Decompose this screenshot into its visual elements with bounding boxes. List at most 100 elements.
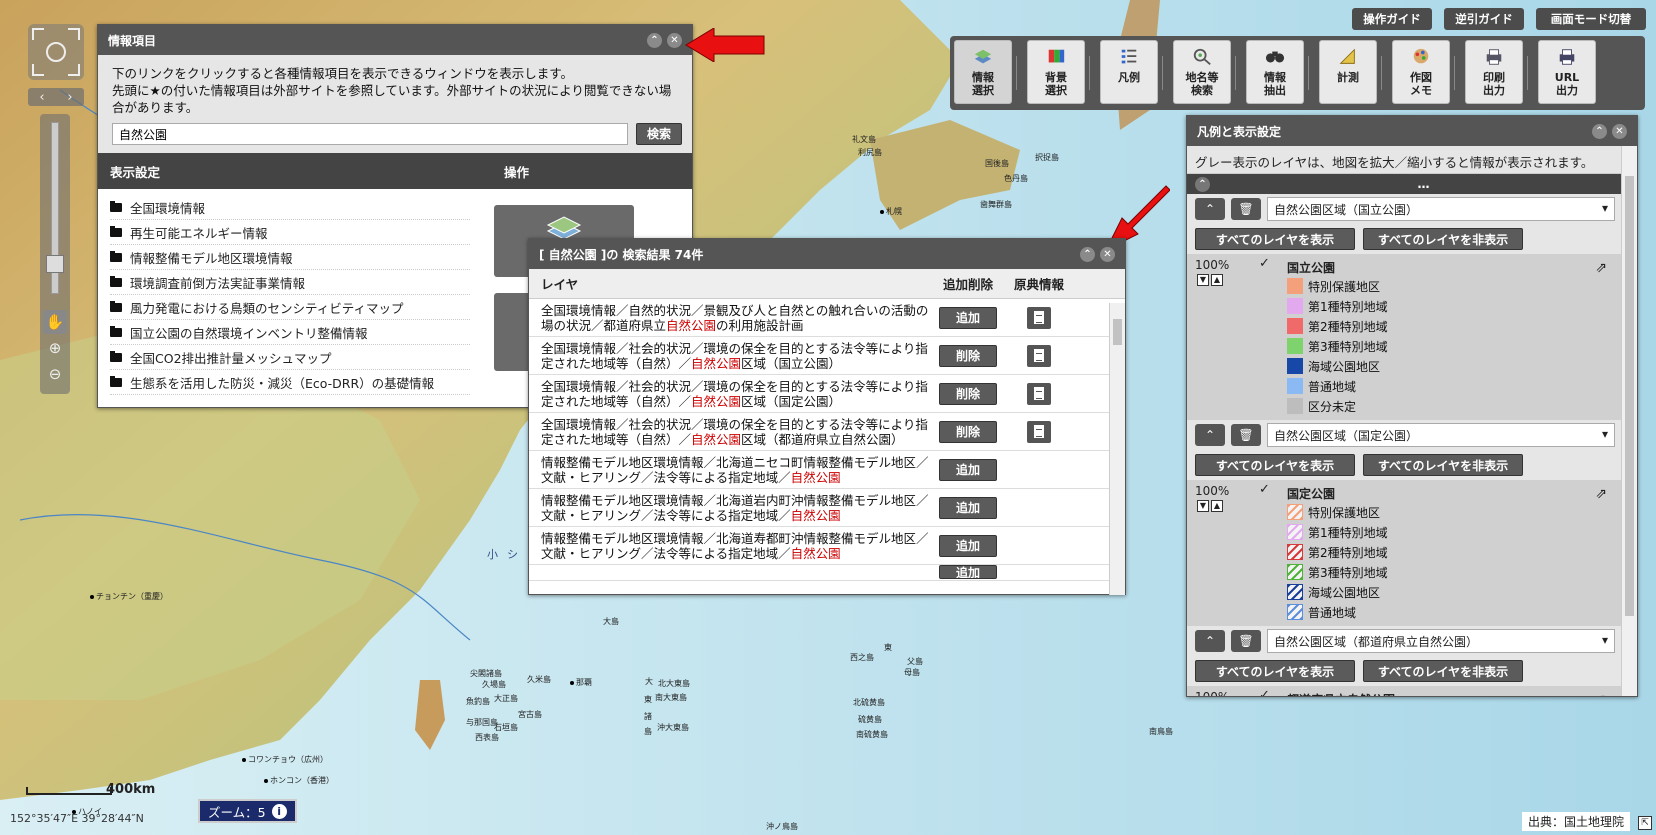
info-panel-titlebar[interactable]: 情報項目 ⌃ ✕ xyxy=(98,25,692,55)
layer-checkbox[interactable]: ✓ xyxy=(1259,256,1270,271)
trash-icon[interactable]: 🗑 xyxy=(1231,424,1261,446)
category-item[interactable]: 情報整備モデル地区環境情報 xyxy=(110,245,470,270)
legend-title: 凡例と表示設定 xyxy=(1197,124,1282,139)
add-button[interactable]: 追加 xyxy=(939,496,997,519)
toolbar-button-print[interactable]: 印刷 出力 xyxy=(1465,40,1523,104)
opacity-up-icon[interactable]: ▲ xyxy=(1211,274,1223,286)
back-arrow-icon[interactable]: ‹ xyxy=(39,90,44,105)
zoom-in-icon[interactable]: ⊕ xyxy=(43,336,67,360)
move-up-icon[interactable]: ⌃ xyxy=(1195,424,1225,446)
toolbar-button-layers[interactable]: 情報 選択 xyxy=(954,40,1012,104)
trash-icon[interactable]: 🗑 xyxy=(1231,630,1261,652)
remove-button[interactable]: 削除 xyxy=(939,420,997,443)
toolbar-button-legend[interactable]: 凡例 xyxy=(1100,40,1158,104)
remove-button[interactable]: 削除 xyxy=(939,344,997,367)
toolbar-button-palette[interactable]: 背景 選択 xyxy=(1027,40,1085,104)
legend-swatch xyxy=(1287,524,1303,540)
fullscreen-icon[interactable]: ⇱ xyxy=(1638,816,1652,830)
category-item[interactable]: 風力発電における鳥類のセンシティビティマップ xyxy=(110,295,470,320)
layer-select[interactable]: 自然公園区域（都道府県立自然公園） ▾ xyxy=(1267,629,1615,653)
zoom-level-badge: ズーム：5 i xyxy=(198,799,297,823)
category-item[interactable]: 国立公園の自然環境インベントリ整備情報 xyxy=(110,320,470,345)
folder-icon xyxy=(110,275,122,287)
legend-scrollbar[interactable] xyxy=(1621,146,1637,696)
add-button[interactable]: 追加 xyxy=(939,565,997,579)
legend-titlebar[interactable]: 凡例と表示設定 ⌃ ✕ xyxy=(1187,116,1637,146)
add-button[interactable]: 追加 xyxy=(939,534,997,557)
document-icon[interactable] xyxy=(1027,382,1051,405)
add-button[interactable]: 追加 xyxy=(939,306,997,329)
reverse-guide-button[interactable]: 逆引ガイド xyxy=(1444,8,1524,30)
show-all-layers-button[interactable]: すべてのレイヤを表示 xyxy=(1195,660,1355,682)
trash-icon[interactable]: 🗑 xyxy=(1231,198,1261,220)
document-icon[interactable] xyxy=(1027,306,1051,329)
scroll-thumb[interactable] xyxy=(1113,319,1122,345)
results-titlebar[interactable]: [ 自然公園 ]の 検索結果 74件 ⌃ ✕ xyxy=(529,239,1125,269)
hide-all-layers-button[interactable]: すべてのレイヤを非表示 xyxy=(1363,454,1523,476)
toolbar-button-url-print[interactable]: URL 出力 xyxy=(1538,40,1596,104)
legend-group-body: 100%▼▲✓⇗都道府県立自然公園 xyxy=(1187,686,1621,696)
toolbar-button-draw[interactable]: 作図 メモ xyxy=(1392,40,1450,104)
category-item[interactable]: 全国CO2排出推計量メッシュマップ xyxy=(110,345,470,370)
legend-item: 第3種特別地域 xyxy=(1187,562,1621,582)
info-icon[interactable]: i xyxy=(271,803,287,819)
document-icon[interactable] xyxy=(1027,344,1051,367)
move-up-icon[interactable]: ⌃ xyxy=(1195,630,1225,652)
hide-all-layers-button[interactable]: すべてのレイヤを非表示 xyxy=(1363,660,1523,682)
results-scrollbar[interactable] xyxy=(1109,303,1125,595)
zoom-slider[interactable]: ✋ ⊕ ⊖ xyxy=(40,114,70,394)
category-item[interactable]: 全国環境情報 xyxy=(110,195,470,220)
results-list: 全国環境情報／自然的状況／景観及び人と自然との触れ合いの活動の場の状況／都道府県… xyxy=(529,299,1125,581)
opacity-value[interactable]: 100% xyxy=(1195,690,1229,696)
close-icon[interactable]: ✕ xyxy=(1612,123,1627,139)
zoom-thumb[interactable] xyxy=(46,255,64,273)
collapse-icon[interactable]: ⌃ xyxy=(1592,123,1607,139)
info-search-button[interactable]: 検索 xyxy=(636,123,682,145)
hide-all-layers-button[interactable]: すべてのレイヤを非表示 xyxy=(1363,228,1523,250)
opacity-down-icon[interactable]: ▼ xyxy=(1197,500,1209,512)
collapse-icon[interactable]: ⌃ xyxy=(647,32,662,48)
collapse-icon[interactable]: ⌃ xyxy=(1080,246,1095,262)
collapse-icon[interactable]: ⌃ xyxy=(1195,176,1210,192)
scale-bar xyxy=(26,787,112,795)
screen-mode-button[interactable]: 画面モード切替 xyxy=(1536,8,1646,30)
forward-arrow-icon[interactable]: › xyxy=(67,90,72,105)
close-icon[interactable]: ✕ xyxy=(1100,246,1115,262)
share-icon[interactable]: ⇗ xyxy=(1595,260,1607,276)
toolbar-button-search-place[interactable]: 地名等 検索 xyxy=(1173,40,1231,104)
legend-swatch xyxy=(1287,544,1303,560)
result-layer-path: 全国環境情報／社会的状況／環境の保全を目的とする法令等により指定された地域等（自… xyxy=(541,378,928,409)
globe-icon[interactable] xyxy=(46,42,66,62)
scroll-thumb[interactable] xyxy=(1625,176,1634,616)
map-label-higashi: 東 xyxy=(644,695,652,704)
opacity-value[interactable]: 100% xyxy=(1195,258,1229,272)
info-search-input[interactable] xyxy=(112,123,628,145)
pan-control[interactable] xyxy=(28,24,84,80)
legend-collapse-bar[interactable]: ⌃ … xyxy=(1187,174,1637,194)
close-icon[interactable]: ✕ xyxy=(667,32,682,48)
move-up-icon[interactable]: ⌃ xyxy=(1195,198,1225,220)
legend-swatch xyxy=(1287,318,1303,334)
layer-checkbox[interactable]: ✓ xyxy=(1259,688,1270,696)
category-item[interactable]: 環境調査前倒方法実証事業情報 xyxy=(110,270,470,295)
share-icon[interactable]: ⇗ xyxy=(1595,692,1607,696)
zoom-out-icon[interactable]: ⊖ xyxy=(43,362,67,386)
layer-select[interactable]: 自然公園区域（国立公園） ▾ xyxy=(1267,197,1615,221)
category-item[interactable]: 再生可能エネルギー情報 xyxy=(110,220,470,245)
toolbar-button-ruler[interactable]: 計測 xyxy=(1319,40,1377,104)
document-icon[interactable] xyxy=(1027,420,1051,443)
remove-button[interactable]: 削除 xyxy=(939,382,997,405)
add-button[interactable]: 追加 xyxy=(939,458,997,481)
layer-checkbox[interactable]: ✓ xyxy=(1259,482,1270,497)
layer-select[interactable]: 自然公園区域（国定公園） ▾ xyxy=(1267,423,1615,447)
opacity-up-icon[interactable]: ▲ xyxy=(1211,500,1223,512)
hand-tool-icon[interactable]: ✋ xyxy=(43,310,67,334)
category-item[interactable]: 生態系を活用した防災・減災（Eco-DRR）の基礎情報 xyxy=(110,370,470,395)
opacity-down-icon[interactable]: ▼ xyxy=(1197,274,1209,286)
toolbar-button-binoculars[interactable]: 情報 抽出 xyxy=(1246,40,1304,104)
opacity-value[interactable]: 100% xyxy=(1195,484,1229,498)
share-icon[interactable]: ⇗ xyxy=(1595,486,1607,502)
show-all-layers-button[interactable]: すべてのレイヤを表示 xyxy=(1195,228,1355,250)
show-all-layers-button[interactable]: すべてのレイヤを表示 xyxy=(1195,454,1355,476)
operation-guide-button[interactable]: 操作ガイド xyxy=(1352,8,1432,30)
